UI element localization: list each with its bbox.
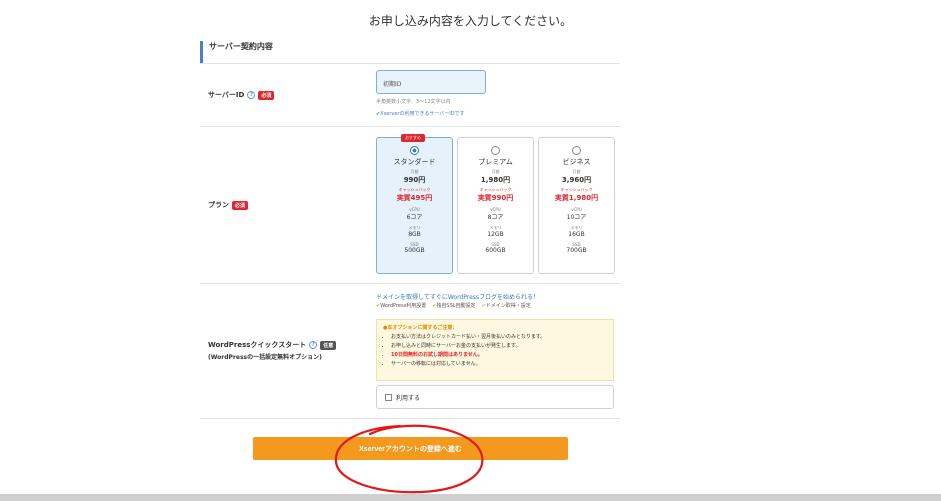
plan-name: スタンダード [393, 158, 436, 166]
plan-ssd: 700GB [566, 247, 587, 254]
wp-use-label: 利用する [396, 394, 421, 402]
plan-cpu: 10コア [566, 214, 587, 221]
plan-radio[interactable] [491, 146, 500, 155]
plan-card-business[interactable]: ビジネス 月額 3,960円 キャッシュバック 実質1,980円 vCPU 10… [538, 137, 615, 274]
red-circle-annotation [334, 424, 484, 494]
wp-feature-list: ✔WordPress利用設置 ✔独自SSL自動設定 ✔ドメイン取得・設定 [376, 302, 531, 309]
plan-name: プレミアム [478, 158, 513, 166]
notice-item: サーバーの移転には対応していません。 [391, 360, 607, 369]
plan-memory: 12GB [487, 231, 504, 238]
wp-feature: ✔独自SSL自動設定 [432, 302, 475, 309]
section-divider [200, 63, 620, 64]
server-id-label-row: サーバーID ? 必須 [208, 90, 275, 100]
wp-quickstart-sublabel: (WordPressの一括設定無料オプション) [208, 354, 322, 361]
notice-title-text: 本オプションに関するご注意： [387, 325, 458, 331]
server-id-hint: 半角英数小文字、3～12文字以内 [376, 99, 451, 105]
plan-card-standard[interactable]: おすすめ スタンダード 月額 990円 キャッシュバック 実質495円 vCPU… [376, 134, 453, 274]
wp-feature: ✔ドメイン取得・設定 [482, 302, 531, 309]
plan-memory: 8GB [408, 231, 421, 238]
plan-sale-price: 実質495円 [396, 194, 433, 202]
wp-use-checkbox[interactable]: 利用する [376, 385, 614, 409]
notice-item: お申し込みと同時にサーバーお金の支払いが発生します。 [391, 342, 607, 351]
wp-lead-text: ドメインを取得してすぐにWordPressブログを始められる！ [376, 294, 540, 301]
plan-ssd: 600GB [485, 247, 506, 254]
page-heading: お申し込み内容を入力してください。 [368, 14, 573, 28]
optional-badge: 任意 [320, 340, 337, 350]
required-badge: 必須 [232, 200, 249, 210]
server-id-availability: ✔Xserverの利用できるサーバーIDです [376, 110, 465, 117]
server-id-label: サーバーID [208, 91, 245, 99]
required-badge: 必須 [258, 90, 275, 100]
wp-feature-text: 独自SSL自動設定 [436, 303, 476, 309]
wp-notice-box: ●本オプションに関するご注意： お支払い方法はクレジットカード払い・翌月後払いの… [376, 319, 614, 381]
plan-radio[interactable] [410, 146, 419, 155]
recommended-badge: おすすめ [401, 134, 425, 142]
row-divider [200, 283, 620, 284]
wp-feature-text: WordPress利用設置 [380, 303, 427, 309]
plan-card-premium[interactable]: プレミアム 月額 1,980円 キャッシュバック 実質990円 vCPU 8コア… [457, 137, 534, 274]
plan-label: プラン [208, 201, 229, 209]
plan-ssd: 500GB [404, 247, 425, 254]
plan-radio[interactable] [572, 146, 581, 155]
checkbox[interactable] [385, 393, 392, 401]
plan-memory: 16GB [568, 231, 585, 238]
wp-quickstart-label-row: WordPressクイックスタート ? 任意 [208, 340, 337, 350]
help-icon[interactable]: ? [247, 91, 256, 99]
availability-text: Xserverの利用できるサーバーIDです [380, 111, 465, 117]
row-divider [200, 126, 620, 127]
notice-item-warning: 10日間無料のお試し期間はありません。 [391, 351, 607, 360]
plan-price: 990円 [403, 176, 426, 184]
server-id-input[interactable]: 初期ID [376, 70, 486, 94]
plan-name: ビジネス [562, 158, 591, 166]
bottom-scroll-edge [0, 494, 941, 501]
plan-price: 1,980円 [480, 176, 511, 184]
plan-label-row: プラン 必須 [208, 200, 249, 210]
plan-cpu: 6コア [406, 214, 423, 221]
help-icon[interactable]: ? [309, 341, 318, 349]
notice-title: ●本オプションに関するご注意： [383, 324, 607, 331]
notice-list: お支払い方法はクレジットカード払い・翌月後払いのみとなります。 お申し込みと同時… [383, 333, 607, 369]
wp-feature: ✔WordPress利用設置 [376, 302, 426, 309]
plan-price: 3,960円 [561, 176, 592, 184]
wp-quickstart-label: WordPressクイックスタート [208, 341, 307, 349]
section-title: サーバー契約内容 [200, 41, 620, 63]
notice-item: お支払い方法はクレジットカード払い・翌月後払いのみとなります。 [391, 333, 607, 342]
wp-feature-text: ドメイン取得・設定 [485, 303, 531, 309]
plan-cpu: 8コア [487, 214, 504, 221]
row-divider [200, 418, 620, 419]
plan-sale-price: 実質1,980円 [554, 194, 599, 202]
plan-sale-price: 実質990円 [477, 194, 514, 202]
